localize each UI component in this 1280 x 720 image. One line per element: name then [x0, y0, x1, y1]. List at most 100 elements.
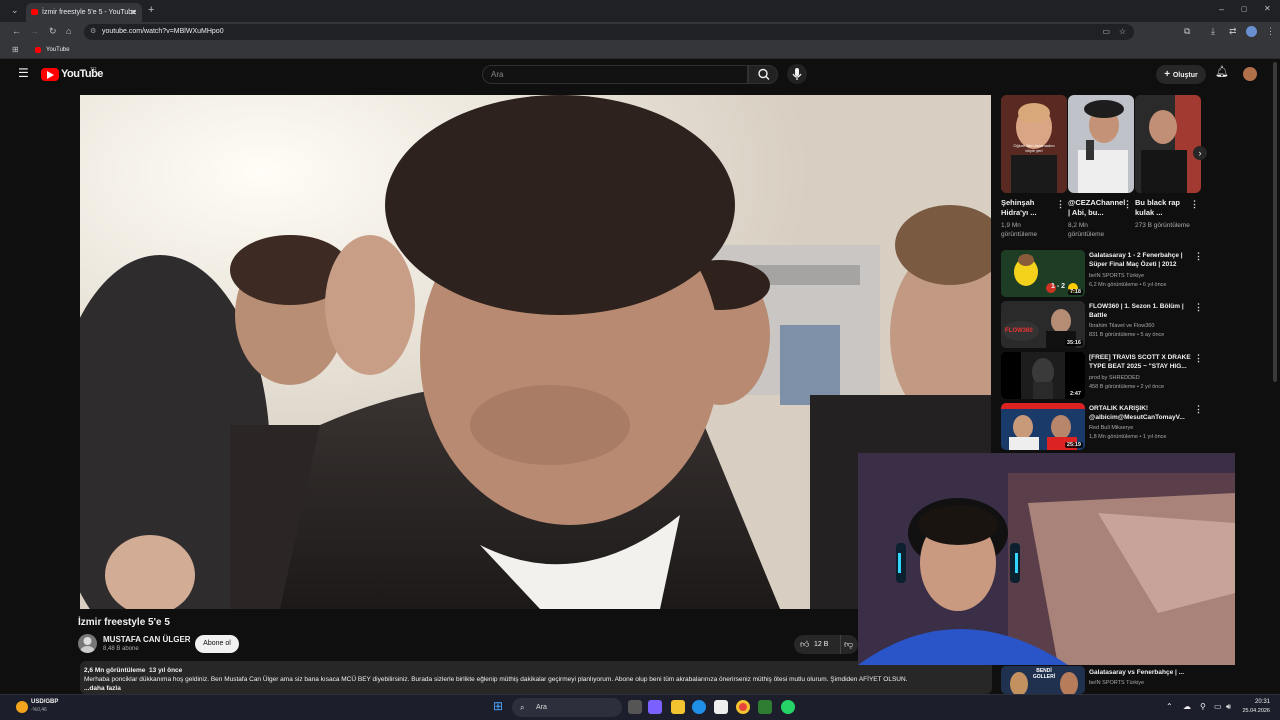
short-title[interactable]: Bu black rap kulak ... — [1135, 198, 1189, 218]
short-more-icon[interactable]: ⋮ — [1123, 200, 1132, 209]
recommendation-title[interactable]: Galatasaray vs Fenerbahçe | ... — [1089, 668, 1191, 677]
channel-avatar[interactable] — [78, 634, 97, 653]
taskbar-search[interactable]: ⌕ Ara — [512, 698, 622, 717]
create-button[interactable]: + Oluştur — [1156, 65, 1206, 84]
duration-badge: 25:19 — [1064, 442, 1083, 448]
recommendation-thumbnail[interactable]: BENDİ GOLLERİ — [1001, 666, 1085, 694]
shorts-next-chevron-icon[interactable]: › — [1193, 146, 1207, 160]
youtube-logo-icon[interactable] — [41, 68, 59, 81]
download-icon[interactable]: ⤓ — [1211, 27, 1215, 36]
whatsapp-icon[interactable] — [781, 700, 795, 714]
chrome-menu-icon[interactable]: ⋮ — [1266, 27, 1275, 36]
clock-time[interactable]: 20:31 — [1248, 699, 1270, 705]
forward-icon[interactable]: → — [30, 27, 39, 36]
cloud-icon[interactable]: ☁ — [1183, 702, 1191, 711]
short-more-icon[interactable]: ⋮ — [1190, 200, 1199, 209]
volume-icon[interactable]: 🔊︎ — [1226, 702, 1231, 712]
stock-widget-icon[interactable] — [16, 701, 28, 713]
recommendation-channel[interactable]: prod by SHREDDED — [1089, 374, 1199, 382]
short-thumbnail[interactable]: Oğlum Ben Anlamadım böyle yeri — [1001, 95, 1067, 193]
recommendation-channel[interactable]: Red Bull Mikserye — [1089, 424, 1199, 432]
recommendation-channel[interactable]: İbrahim Tilavet ve Flow360 — [1089, 322, 1199, 330]
recommendation-title[interactable]: FLOW360 | 1. Sezon 1. Bölüm | Battle — [1089, 302, 1191, 320]
video-player[interactable] — [80, 95, 991, 609]
recommendation-thumbnail[interactable]: 25:19 — [1001, 403, 1085, 450]
minimize-icon[interactable]: – — [1219, 5, 1224, 14]
show-more-link[interactable]: ...daha fazla — [84, 684, 988, 693]
recommendation-more-icon[interactable]: ⋮ — [1194, 303, 1203, 312]
page-scrollbar[interactable] — [1273, 62, 1277, 382]
ticker-change: -%0,46 — [31, 707, 47, 713]
youtube-favicon-icon — [31, 9, 38, 15]
subscriber-count: 8,48 B abone — [103, 646, 139, 652]
browser-tab[interactable]: İzmir freestyle 5'e 5 - YouTube ✕ — [26, 3, 142, 22]
recommendation-title[interactable]: ORTALIK KARIŞIK! @albicim@MesutCanTomayV… — [1089, 404, 1191, 422]
clock-date[interactable]: 25.04.2026 — [1238, 708, 1270, 714]
channel-name[interactable]: MUSTAFA CAN ÜLGER — [103, 635, 191, 644]
duration-badge: 7:18 — [1067, 289, 1083, 295]
recommendation-thumbnail[interactable]: FLOW360 35:16 — [1001, 301, 1085, 348]
site-info-icon[interactable]: ⚙ — [90, 24, 96, 40]
recommendation-thumbnail[interactable]: 2:47 — [1001, 352, 1085, 399]
recommendation-title[interactable]: Galatasaray 1 - 2 Fenerbahçe | Süper Fin… — [1089, 251, 1191, 269]
tray-chevron-icon[interactable]: ⌃ — [1166, 702, 1173, 711]
short-thumbnail[interactable] — [1135, 95, 1201, 193]
copilot-icon[interactable] — [648, 700, 662, 714]
recommendation-more-icon[interactable]: ⋮ — [1194, 354, 1203, 363]
close-window-icon[interactable]: ✕ — [1264, 5, 1271, 13]
search-input[interactable]: Ara — [482, 65, 748, 84]
search-placeholder: Ara — [491, 70, 504, 79]
view-stats: 2,6 Mn görüntüleme 13 yıl önce — [84, 666, 988, 675]
short-overlay-text: Oğlum Ben Anlamadım böyle yeri — [1013, 143, 1055, 153]
monitor-icon[interactable]: ▭ — [1214, 702, 1222, 711]
bookmark-youtube[interactable]: YouTube — [46, 42, 70, 59]
tray-app-icon[interactable]: ⚲ — [1200, 702, 1206, 711]
ticker-label[interactable]: USD/GBP — [31, 699, 58, 705]
hamburger-menu-icon[interactable]: ☰ — [18, 67, 29, 79]
bookmarks-bar: ⊞ YouTube — [0, 42, 1280, 59]
chrome-taskbar-icon[interactable] — [736, 700, 750, 714]
close-tab-icon[interactable]: ✕ — [130, 3, 137, 22]
search-button[interactable] — [748, 65, 778, 84]
maximize-icon[interactable]: ▢ — [1241, 6, 1248, 13]
description-text: Merhaba ponciklar dükkanıma hoş geldiniz… — [84, 676, 908, 683]
task-view-icon[interactable] — [628, 700, 642, 714]
tab-search-icon[interactable]: ⌄ — [11, 6, 19, 15]
extensions-icon[interactable]: ⧉ — [1184, 27, 1190, 36]
short-thumbnail[interactable] — [1068, 95, 1134, 193]
bookmark-star-icon[interactable]: ☆ — [1119, 24, 1126, 40]
short-views: 1,9 Mn görüntüleme — [1001, 222, 1038, 238]
url-field[interactable]: ⚙ youtube.com/watch?v=MBlWXuMHpo0 ▭ ☆ — [84, 24, 1134, 40]
short-title[interactable]: @CEZAChannel | Abi, bu... — [1068, 198, 1125, 218]
recommendation-title[interactable]: [FREE] TRAVIS SCOTT X DRAKE TYPE BEAT 20… — [1089, 353, 1191, 371]
profile-avatar[interactable] — [1246, 26, 1257, 37]
description-box[interactable]: 2,6 Mn görüntüleme 13 yıl önce Merhaba p… — [80, 661, 992, 694]
recommendation-channel[interactable]: beIN SPORTS Türkiye — [1089, 679, 1199, 687]
search-icon — [758, 68, 770, 80]
subscribe-button[interactable]: Abone ol — [195, 635, 239, 653]
account-avatar[interactable] — [1243, 67, 1257, 81]
like-button[interactable]: 👍︎ 12 B 👎︎ — [794, 635, 858, 654]
thumb-score: 1 - 2 — [1051, 283, 1066, 290]
notifications-bell-icon[interactable]: 🔔︎ — [1215, 67, 1229, 78]
windows-start-icon[interactable]: ⊞ — [493, 700, 503, 712]
short-title[interactable]: Şehinşah Hidra'yı ... — [1001, 198, 1055, 218]
edge-icon[interactable] — [692, 700, 706, 714]
recommendation-thumbnail[interactable]: 1 - 2 7:18 — [1001, 250, 1085, 297]
recommendation-more-icon[interactable]: ⋮ — [1194, 252, 1203, 261]
reload-icon[interactable]: ↻ — [49, 27, 57, 36]
app-taskbar-icon[interactable] — [758, 700, 772, 714]
voice-search-button[interactable] — [787, 64, 807, 84]
new-tab-icon[interactable]: + — [148, 5, 154, 16]
store-icon[interactable] — [714, 700, 728, 714]
file-explorer-icon[interactable] — [671, 700, 685, 714]
apps-icon[interactable]: ⊞ — [12, 46, 19, 54]
recommendation-channel[interactable]: beIN SPORTS Türkiye — [1089, 272, 1199, 280]
back-icon[interactable]: ← — [12, 27, 21, 36]
home-icon[interactable]: ⌂ — [66, 27, 71, 36]
thumbs-down-icon[interactable]: 👎︎ — [840, 635, 853, 654]
cast-icon[interactable]: ▭ — [1102, 24, 1110, 40]
short-more-icon[interactable]: ⋮ — [1056, 200, 1065, 209]
translate-icon[interactable]: ⇄ — [1229, 27, 1237, 36]
recommendation-more-icon[interactable]: ⋮ — [1194, 405, 1203, 414]
